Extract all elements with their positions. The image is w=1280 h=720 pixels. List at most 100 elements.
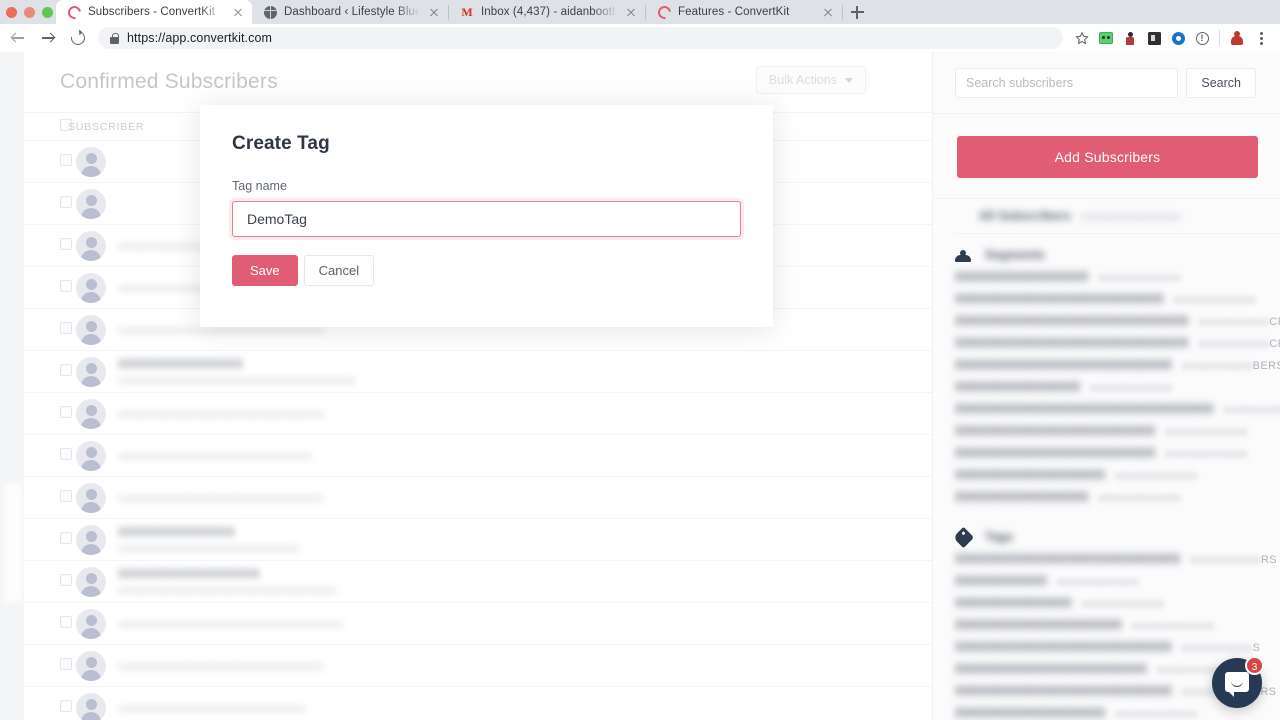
new-tab-button[interactable] <box>843 0 871 24</box>
row-checkbox[interactable] <box>60 615 72 628</box>
reload-button[interactable] <box>64 25 92 51</box>
sidebar-item-segments-4[interactable]: XXXXXXXXXXXXXXXXXXXXXXXXXX xxxxxxxxxxxxBE… <box>955 354 1280 376</box>
sidebar-item-segments-7[interactable]: XXXXXXXXXXXXXXXXXXXXXXXX xxxxxxxxxxxxxx <box>955 420 1262 442</box>
sidebar-item-tags-3[interactable]: XXXXXXXXXXXXXXXXXXXX xxxxxxxxxxxxxx <box>955 614 1262 636</box>
sidebar-item-segments-1[interactable]: XXXXXXXXXXXXXXXXXXXXXXXXX xxxxxxxxxxxxxx <box>955 288 1262 310</box>
table-row[interactable]: xxxxxxxxxxxxxxxxxxxxxxxxxxxxxxxxx <box>24 645 932 687</box>
browser-tab-inbox[interactable]: M Inbox (4,437) - aidanbooth09@ <box>449 0 645 24</box>
forward-button[interactable] <box>34 25 62 51</box>
intercom-chat-launcher[interactable]: 3 <box>1212 656 1264 708</box>
row-checkbox[interactable] <box>60 237 72 250</box>
table-row[interactable]: xxxxxxxxxxxxxxxxxxxxxxxxxxxxxxxxxxxx <box>24 603 932 645</box>
sidebar-item-tags-1[interactable]: XXXXXXXXXXX xxxxxxxxxxxxxx <box>955 570 1262 592</box>
subscriber-email: xxxxxxxxxxxxxxxxxxxxxxxxxxxxxxxxx <box>118 658 325 673</box>
wheel-extension-icon[interactable] <box>1167 27 1189 49</box>
sidebar-item-count: xxxxxxxxxxxx5,345 <box>1223 404 1280 416</box>
table-row[interactable]: xxxxxxxxxxxxxxxxxxxxxxxxxxxxxxx <box>24 435 932 477</box>
sidebar-item-label: XXXXXXXXXXXXXXXX <box>955 490 1089 504</box>
tag-name-input[interactable] <box>232 201 741 237</box>
sidebar-item-segments-2[interactable]: XXXXXXXXXXXXXXXXXXXXXXXXXXXX xxxxxxxxxxxx… <box>955 310 1280 332</box>
row-checkbox[interactable] <box>60 195 72 208</box>
minimize-window-button[interactable] <box>24 6 35 18</box>
row-checkbox[interactable] <box>60 363 72 376</box>
save-button[interactable]: Save <box>232 255 298 286</box>
subscriber-name: XXXXXXXXXXXXXXX <box>118 356 244 371</box>
close-window-button[interactable] <box>6 6 17 18</box>
date-cell <box>538 435 738 477</box>
close-tab-icon[interactable] <box>624 5 638 19</box>
maximize-window-button[interactable] <box>42 6 53 18</box>
date-cell <box>538 603 738 645</box>
row-checkbox[interactable] <box>60 657 72 670</box>
browser-tab-features[interactable]: Features - ConvertKit <box>646 0 842 24</box>
row-checkbox[interactable] <box>60 447 72 460</box>
sidebar-item-segments-10[interactable]: XXXXXXXXXXXXXXXX xxxxxxxxxxxxxx <box>955 486 1262 508</box>
table-row[interactable]: XXXXXXXXXXXXXX xxxxxxxxxxxxxxxxxxxxxxxxxx… <box>24 519 932 561</box>
browser-tab-dashboard[interactable]: Dashboard ‹ Lifestyle Blueprint <box>252 0 448 24</box>
table-row[interactable]: xxxxxxxxxxxxxxxxxxxxxxxxxxxxxx <box>24 687 932 720</box>
modal-title: Create Tag <box>232 133 330 154</box>
chrome-menu-icon[interactable] <box>1250 27 1272 49</box>
row-checkbox[interactable] <box>60 279 72 292</box>
sidebar-item-segments-5[interactable]: XXXXXXXXXXXXXXX xxxxxxxxxxxxxx <box>955 376 1262 398</box>
dark-square-extension-icon[interactable] <box>1143 27 1165 49</box>
cancel-button[interactable]: Cancel <box>303 255 375 286</box>
table-row[interactable]: XXXXXXXXXXXXXXX xxxxxxxxxxxxxxxxxxxxxxxxx… <box>24 351 932 393</box>
segments-heading: Segments <box>955 248 1262 262</box>
bulk-actions-button[interactable]: Bulk Actions <box>755 66 866 94</box>
subscriber-email: xxxxxxxxxxxxxxxxxxxxxxxxxxxxxxxxxxxxxx <box>118 372 356 387</box>
sidebar-item-tags-7[interactable]: XXXXXXXXXXXXXXXXXX xxxxxxxxxxxxxx <box>955 702 1262 720</box>
bookmark-star-icon[interactable] <box>1071 27 1093 49</box>
search-input[interactable] <box>955 67 1179 98</box>
tab-title: Subscribers - ConvertKit <box>88 6 216 18</box>
table-row[interactable]: xxxxxxxxxxxxxxxxxxxxxxxxxxxxxxxxx <box>24 477 932 519</box>
avatar <box>76 146 106 177</box>
sidebar-item-label: XXXXXXXXXXXXXXXXXXXXXXXXXXXXXXX <box>955 402 1214 416</box>
robot-extension-icon[interactable] <box>1095 27 1117 49</box>
back-button[interactable] <box>4 25 32 51</box>
row-checkbox[interactable] <box>60 153 72 166</box>
close-tab-icon[interactable] <box>231 5 245 19</box>
row-checkbox[interactable] <box>60 531 72 544</box>
row-checkbox[interactable] <box>60 405 72 418</box>
sidebar-item-label: XXXXXXXXXXXXXXXXXXXXXXXXXXXX <box>955 314 1189 328</box>
sidebar-item-count: xxxxxxxxxxxxxx <box>1131 620 1215 632</box>
sidebar-item-segments-6[interactable]: XXXXXXXXXXXXXXXXXXXXXXXXXXXXXXX xxxxxxxxx… <box>955 398 1280 420</box>
row-select-cell <box>24 645 72 687</box>
search-button[interactable]: Search <box>1186 67 1256 98</box>
subscriber-cell: xxxxxxxxxxxxxxxxxxxxxxxxxxxxxxxxxxxx <box>68 603 538 645</box>
tab-strip: Subscribers - ConvertKit Dashboard ‹ Lif… <box>0 0 1280 24</box>
sidebar-item-segments-3[interactable]: XXXXXXXXXXXXXXXXXXXXXXXXXXXX xxxxxxxxxxxx… <box>955 332 1280 354</box>
sidebar-item-tags-2[interactable]: XXXXXXXXXXXXXX xxxxxxxxxxxxxx <box>955 592 1262 614</box>
address-bar[interactable]: https://app.convertkit.com <box>98 27 1063 49</box>
browser-tab-subscribers[interactable]: Subscribers - ConvertKit <box>56 0 252 24</box>
sidebar-item-segments-0[interactable]: XXXXXXXXXXXXXXXX xxxxxxxxxxxxxx <box>955 266 1262 288</box>
row-checkbox[interactable] <box>60 321 72 334</box>
row-checkbox[interactable] <box>60 573 72 586</box>
row-checkbox[interactable] <box>60 699 72 712</box>
sidebar-item-label: XXXXXXXXXXXXXXXXXXXXXXXXX <box>955 292 1164 306</box>
sidebar-item-all-subscribers[interactable]: All Subscribers xxxxxxxxxxxxxxxxx <box>955 203 1280 234</box>
add-subscribers-wrapper: Add Subscribers <box>933 114 1280 199</box>
tag-name-label: Tag name <box>232 179 287 193</box>
sidebar-item-count: xxxxxxxxxxxxxx <box>1090 382 1173 394</box>
figure-extension-icon[interactable] <box>1119 27 1141 49</box>
sidebar-item-label: XXXXXXXXXXXXXXX <box>955 380 1081 394</box>
profile-avatar-icon[interactable] <box>1226 27 1248 49</box>
add-subscribers-button[interactable]: Add Subscribers <box>957 136 1258 178</box>
sidebar-item-segments-9[interactable]: XXXXXXXXXXXXXXXXXX xxxxxxxxxxxxxx <box>955 464 1262 486</box>
segments-label: Segments <box>985 248 1045 262</box>
sidebar-item-label: XXXXXXXXXXXXXXXXXXXX <box>955 618 1122 632</box>
info-circle-icon[interactable]: ! <box>1191 27 1213 49</box>
table-row[interactable]: xxxxxxxxxxxxxxxxxxxxxxxxxxxxxxxxx <box>24 393 932 435</box>
sidebar-item-tags-4[interactable]: XXXXXXXXXXXXXXXXXXXXXXXXXX xxxxxxxxxxxxS <box>955 636 1262 658</box>
sidebar-item-segments-8[interactable]: XXXXXXXXXXXXXXXXXXXXXXXX xxxxxxxxxxxxxx <box>955 442 1262 464</box>
status-cell <box>738 477 932 519</box>
close-tab-icon[interactable] <box>821 5 835 19</box>
sidebar-item-tags-0[interactable]: XXXXXXXXXXXXXXXXXXXXXXXXXXX xxxxxxxxxxxxR… <box>955 548 1278 570</box>
close-tab-icon[interactable] <box>427 5 441 19</box>
row-checkbox[interactable] <box>60 489 72 502</box>
window-controls[interactable] <box>0 0 56 24</box>
subscriber-email: xxxxxxxxxxxxxxxxxxxxxxxxxxxxxxxxx <box>118 406 325 421</box>
table-row[interactable]: XXXXXXXXXXXXXXXXX xxxxxxxxxxxxxxxxxxxxxxx… <box>24 561 932 603</box>
